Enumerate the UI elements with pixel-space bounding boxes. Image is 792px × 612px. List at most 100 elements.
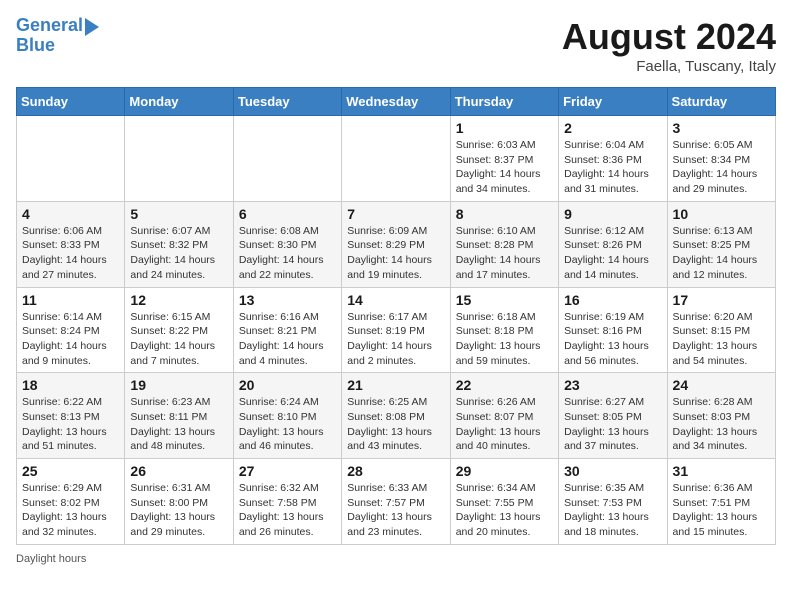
calendar-week-row: 18 Sunrise: 6:22 AM Sunset: 8:13 PM Dayli… (17, 373, 776, 459)
calendar-cell: 21 Sunrise: 6:25 AM Sunset: 8:08 PM Dayli… (342, 373, 450, 459)
calendar-cell: 27 Sunrise: 6:32 AM Sunset: 7:58 PM Dayli… (233, 459, 341, 545)
day-number: 24 (673, 377, 770, 393)
calendar-cell: 28Sunrise: 6:33 AM Sunset: 7:57 PM Dayli… (342, 459, 450, 545)
calendar-cell (17, 116, 125, 202)
cell-info: Sunrise: 6:12 AM Sunset: 8:26 PM Dayligh… (564, 224, 661, 283)
day-number: 29 (456, 463, 553, 479)
cell-info: Sunrise: 6:32 AM Sunset: 7:58 PM Dayligh… (239, 481, 336, 540)
cell-info: Sunrise: 6:36 AM Sunset: 7:51 PM Dayligh… (673, 481, 770, 540)
day-number: 10 (673, 206, 770, 222)
calendar-day-header: Wednesday (342, 88, 450, 116)
calendar-cell: 17Sunrise: 6:20 AM Sunset: 8:15 PM Dayli… (667, 287, 775, 373)
calendar-header-row: SundayMondayTuesdayWednesdayThursdayFrid… (17, 88, 776, 116)
calendar-cell (233, 116, 341, 202)
calendar-week-row: 1 Sunrise: 6:03 AM Sunset: 8:37 PM Daylig… (17, 116, 776, 202)
calendar-cell (342, 116, 450, 202)
day-number: 14 (347, 292, 444, 308)
calendar-cell (125, 116, 233, 202)
calendar-cell: 8Sunrise: 6:10 AM Sunset: 8:28 PM Daylig… (450, 201, 558, 287)
cell-info: Sunrise: 6:25 AM Sunset: 8:08 PM Dayligh… (347, 395, 444, 454)
logo-blue: Blue (16, 36, 55, 56)
calendar-cell: 14 Sunrise: 6:17 AM Sunset: 8:19 PM Dayli… (342, 287, 450, 373)
logo-text: General (16, 16, 83, 36)
logo-arrow-icon (85, 18, 99, 36)
cell-info: Sunrise: 6:22 AM Sunset: 8:13 PM Dayligh… (22, 395, 119, 454)
calendar-cell: 11 Sunrise: 6:14 AM Sunset: 8:24 PM Dayli… (17, 287, 125, 373)
calendar-cell: 18 Sunrise: 6:22 AM Sunset: 8:13 PM Dayli… (17, 373, 125, 459)
cell-info: Sunrise: 6:05 AM Sunset: 8:34 PM Dayligh… (673, 138, 770, 197)
day-number: 6 (239, 206, 336, 222)
cell-info: Sunrise: 6:29 AM Sunset: 8:02 PM Dayligh… (22, 481, 119, 540)
calendar-day-header: Monday (125, 88, 233, 116)
calendar-cell: 19Sunrise: 6:23 AM Sunset: 8:11 PM Dayli… (125, 373, 233, 459)
footer-note: Daylight hours (16, 553, 776, 565)
cell-info: Sunrise: 6:16 AM Sunset: 8:21 PM Dayligh… (239, 310, 336, 369)
calendar-cell: 9Sunrise: 6:12 AM Sunset: 8:26 PM Daylig… (559, 201, 667, 287)
page-header: General Blue August 2024 Faella, Tuscany… (16, 16, 776, 75)
calendar-week-row: 11 Sunrise: 6:14 AM Sunset: 8:24 PM Dayli… (17, 287, 776, 373)
day-number: 18 (22, 377, 119, 393)
cell-info: Sunrise: 6:26 AM Sunset: 8:07 PM Dayligh… (456, 395, 553, 454)
cell-info: Sunrise: 6:09 AM Sunset: 8:29 PM Dayligh… (347, 224, 444, 283)
calendar-cell: 20Sunrise: 6:24 AM Sunset: 8:10 PM Dayli… (233, 373, 341, 459)
day-number: 23 (564, 377, 661, 393)
cell-info: Sunrise: 6:10 AM Sunset: 8:28 PM Dayligh… (456, 224, 553, 283)
cell-info: Sunrise: 6:33 AM Sunset: 7:57 PM Dayligh… (347, 481, 444, 540)
day-number: 13 (239, 292, 336, 308)
cell-info: Sunrise: 6:04 AM Sunset: 8:36 PM Dayligh… (564, 138, 661, 197)
day-number: 15 (456, 292, 553, 308)
day-number: 1 (456, 120, 553, 136)
calendar-cell: 13 Sunrise: 6:16 AM Sunset: 8:21 PM Dayli… (233, 287, 341, 373)
calendar-cell: 22 Sunrise: 6:26 AM Sunset: 8:07 PM Dayli… (450, 373, 558, 459)
cell-info: Sunrise: 6:13 AM Sunset: 8:25 PM Dayligh… (673, 224, 770, 283)
calendar-cell: 25 Sunrise: 6:29 AM Sunset: 8:02 PM Dayli… (17, 459, 125, 545)
day-number: 31 (673, 463, 770, 479)
day-number: 20 (239, 377, 336, 393)
day-number: 5 (130, 206, 227, 222)
cell-info: Sunrise: 6:07 AM Sunset: 8:32 PM Dayligh… (130, 224, 227, 283)
calendar-cell: 23 Sunrise: 6:27 AM Sunset: 8:05 PM Dayli… (559, 373, 667, 459)
cell-info: Sunrise: 6:17 AM Sunset: 8:19 PM Dayligh… (347, 310, 444, 369)
cell-info: Sunrise: 6:18 AM Sunset: 8:18 PM Dayligh… (456, 310, 553, 369)
cell-info: Sunrise: 6:08 AM Sunset: 8:30 PM Dayligh… (239, 224, 336, 283)
cell-info: Sunrise: 6:15 AM Sunset: 8:22 PM Dayligh… (130, 310, 227, 369)
day-number: 19 (130, 377, 227, 393)
day-number: 16 (564, 292, 661, 308)
cell-info: Sunrise: 6:31 AM Sunset: 8:00 PM Dayligh… (130, 481, 227, 540)
calendar-week-row: 25 Sunrise: 6:29 AM Sunset: 8:02 PM Dayli… (17, 459, 776, 545)
calendar-cell: 24Sunrise: 6:28 AM Sunset: 8:03 PM Dayli… (667, 373, 775, 459)
cell-info: Sunrise: 6:27 AM Sunset: 8:05 PM Dayligh… (564, 395, 661, 454)
cell-info: Sunrise: 6:06 AM Sunset: 8:33 PM Dayligh… (22, 224, 119, 283)
day-number: 12 (130, 292, 227, 308)
day-number: 25 (22, 463, 119, 479)
calendar-day-header: Thursday (450, 88, 558, 116)
cell-info: Sunrise: 6:03 AM Sunset: 8:37 PM Dayligh… (456, 138, 553, 197)
day-number: 2 (564, 120, 661, 136)
calendar-cell: 30 Sunrise: 6:35 AM Sunset: 7:53 PM Dayli… (559, 459, 667, 545)
calendar-table: SundayMondayTuesdayWednesdayThursdayFrid… (16, 87, 776, 545)
day-number: 27 (239, 463, 336, 479)
day-number: 17 (673, 292, 770, 308)
cell-info: Sunrise: 6:19 AM Sunset: 8:16 PM Dayligh… (564, 310, 661, 369)
calendar-cell: 1 Sunrise: 6:03 AM Sunset: 8:37 PM Daylig… (450, 116, 558, 202)
day-number: 22 (456, 377, 553, 393)
day-number: 11 (22, 292, 119, 308)
calendar-cell: 5 Sunrise: 6:07 AM Sunset: 8:32 PM Daylig… (125, 201, 233, 287)
day-number: 26 (130, 463, 227, 479)
day-number: 4 (22, 206, 119, 222)
cell-info: Sunrise: 6:14 AM Sunset: 8:24 PM Dayligh… (22, 310, 119, 369)
title-block: August 2024 Faella, Tuscany, Italy (562, 16, 776, 75)
calendar-cell: 4 Sunrise: 6:06 AM Sunset: 8:33 PM Daylig… (17, 201, 125, 287)
calendar-cell: 29 Sunrise: 6:34 AM Sunset: 7:55 PM Dayli… (450, 459, 558, 545)
calendar-cell: 16 Sunrise: 6:19 AM Sunset: 8:16 PM Dayli… (559, 287, 667, 373)
calendar-cell: 2 Sunrise: 6:04 AM Sunset: 8:36 PM Daylig… (559, 116, 667, 202)
day-number: 7 (347, 206, 444, 222)
calendar-day-header: Saturday (667, 88, 775, 116)
cell-info: Sunrise: 6:35 AM Sunset: 7:53 PM Dayligh… (564, 481, 661, 540)
cell-info: Sunrise: 6:34 AM Sunset: 7:55 PM Dayligh… (456, 481, 553, 540)
calendar-day-header: Tuesday (233, 88, 341, 116)
calendar-cell: 26 Sunrise: 6:31 AM Sunset: 8:00 PM Dayli… (125, 459, 233, 545)
calendar-cell: 15 Sunrise: 6:18 AM Sunset: 8:18 PM Dayli… (450, 287, 558, 373)
day-number: 21 (347, 377, 444, 393)
day-number: 30 (564, 463, 661, 479)
